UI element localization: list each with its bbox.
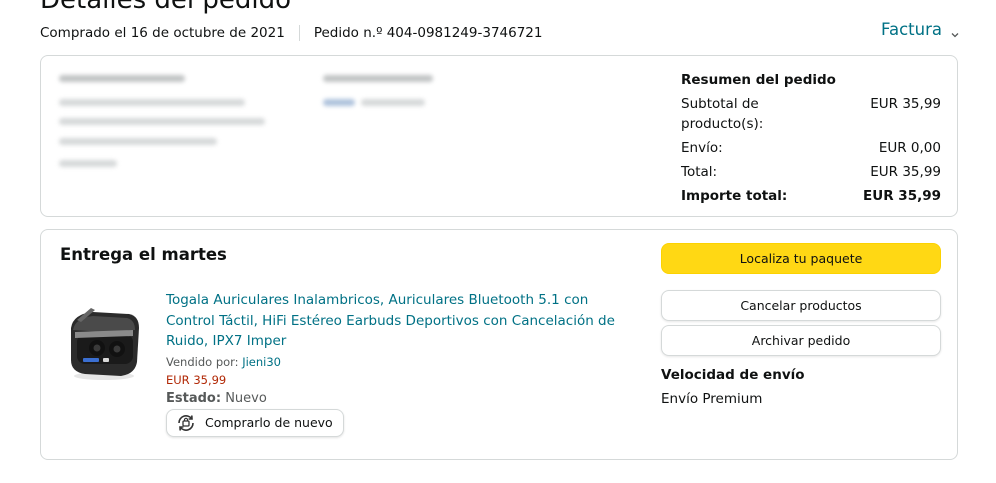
product-price: EUR 35,99 [166,372,227,387]
grand-total-value: EUR 35,99 [863,188,941,204]
product-state: Estado: Nuevo [166,391,621,406]
summary-row-shipping: Envío: EUR 0,00 [681,138,941,158]
summary-title: Resumen del pedido [681,72,836,88]
buy-again-label: Comprarlo de nuevo [205,415,333,430]
chevron-down-icon [950,25,960,37]
redacted-address-payment [41,56,471,216]
order-info-box: Resumen del pedido Subtotal de producto(… [40,55,958,217]
summary-value: EUR 35,99 [870,96,941,112]
summary-label: Envío: [681,140,723,156]
summary-label: Total: [681,164,718,180]
summary-row-total: Total: EUR 35,99 [681,162,941,182]
seller-label: Vendido por: [166,354,239,369]
invoice-dropdown[interactable]: Factura [881,20,960,39]
summary-row-grand-total: Importe total: EUR 35,99 [681,186,941,206]
order-number: Pedido n.º 404-0981249-3746721 [313,25,543,41]
order-summary: Resumen del pedido Subtotal de producto(… [681,72,941,210]
summary-label: Subtotal de producto(s): [681,96,764,132]
seller-line: Vendido por: Jieni30 [166,355,621,369]
cancel-items-button[interactable]: Cancelar productos [661,290,941,321]
buy-again-button[interactable]: Comprarlo de nuevo [166,408,344,437]
delivery-box: Entrega el martes Togala Auriculares Ina… [40,229,958,460]
meta-divider [298,25,300,41]
page-title: Detalles del pedido [40,0,292,15]
purchase-date: Comprado el 16 de octubre de 2021 [40,25,285,41]
track-package-button[interactable]: Localiza tu paquete [661,243,941,274]
summary-row-subtotal: Subtotal de producto(s): EUR 35,99 [681,94,941,134]
seller-link[interactable]: Jieni30 [242,355,281,369]
shipping-speed-title: Velocidad de envío [661,367,805,383]
product-title-link[interactable]: Togala Auriculares Inalambricos, Auricul… [166,290,621,352]
buy-again-icon [175,412,197,434]
delivery-title: Entrega el martes [60,245,227,264]
grand-total-label: Importe total: [681,188,788,204]
archive-order-button[interactable]: Archivar pedido [661,325,941,356]
invoice-label: Factura [881,20,942,39]
order-actions: Localiza tu paquete Cancelar productos A… [661,243,941,407]
summary-value: EUR 0,00 [878,140,941,156]
shipping-speed-value: Envío Premium [661,391,763,407]
product-info: Togala Auriculares Inalambricos, Auricul… [166,290,621,438]
state-label: Estado: [166,390,222,406]
state-value: Nuevo [225,390,267,406]
summary-value: EUR 35,99 [870,164,941,180]
order-meta: Comprado el 16 de octubre de 2021 Pedido… [40,25,542,41]
product-image[interactable] [63,288,145,384]
